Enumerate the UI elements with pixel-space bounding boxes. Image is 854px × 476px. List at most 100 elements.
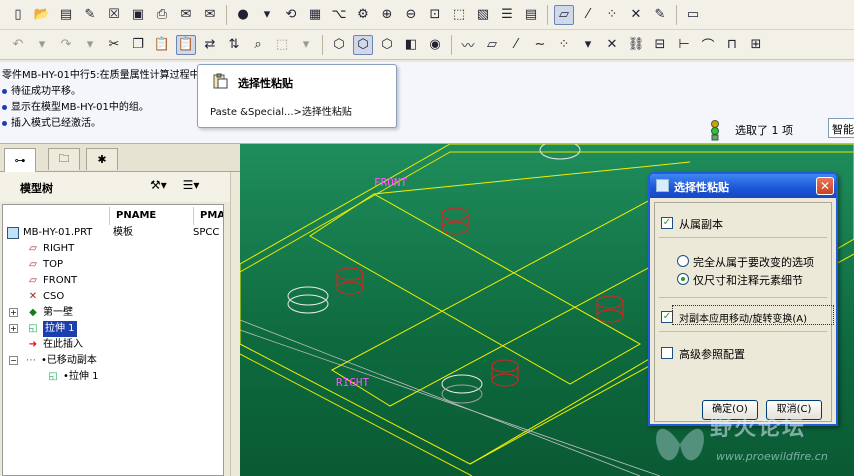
plane-icon[interactable]: ▱ — [482, 35, 502, 55]
zoom-out-icon[interactable]: ⊖ — [401, 5, 421, 25]
csys-toggle-icon[interactable]: ✕ — [626, 5, 646, 25]
tree-row-extrude-copy[interactable]: ◱ •拉伸 1 — [3, 369, 223, 385]
bend-icon[interactable]: ⌒ — [698, 35, 718, 55]
hole-icon — [287, 286, 329, 306]
cut-icon[interactable]: ✂ — [104, 35, 124, 55]
chevron-down-icon[interactable]: ▾ — [296, 35, 316, 55]
print-icon[interactable]: ⎙ — [152, 5, 172, 25]
collapse-icon[interactable]: − — [9, 356, 18, 365]
regenerate-icon[interactable]: ⟲ — [281, 5, 301, 25]
tree-row-insert-here[interactable]: ➜ 在此插入 — [3, 337, 223, 353]
tree-row-wall[interactable]: + ◆ 第一壁 — [3, 305, 223, 321]
email-attach-icon[interactable]: ✉ — [200, 5, 220, 25]
datum-plane-toggle-icon[interactable]: ▱ — [554, 4, 574, 25]
paste-special-icon[interactable]: 📋 — [176, 34, 196, 55]
tree-row-right[interactable]: ▱ RIGHT — [3, 241, 223, 257]
dialog-titlebar[interactable]: 选择性粘贴 ✕ — [650, 174, 836, 198]
expand-icon[interactable]: + — [9, 308, 18, 317]
focus-indicator — [672, 305, 834, 325]
dims-only-radio[interactable] — [677, 273, 689, 285]
no-hidden-icon[interactable]: ⬡ — [377, 35, 397, 55]
model-tree-tab[interactable]: ⊶ — [4, 148, 36, 172]
chevron-down-icon[interactable]: ▾ — [257, 5, 277, 25]
filter-select[interactable]: 智能 — [828, 118, 854, 138]
orient-icon[interactable]: ⬚ — [449, 5, 469, 25]
zoom-in-icon[interactable]: ⊕ — [377, 5, 397, 25]
tree-row-csys[interactable]: ✕ CSO — [3, 289, 223, 305]
edit-icon[interactable]: ✎ — [80, 5, 100, 25]
measure-icon[interactable]: ⊢ — [674, 35, 694, 55]
csys-icon: ✕ — [28, 291, 38, 302]
column-header-pma[interactable]: PMA. — [193, 207, 223, 225]
message-line: 待征成功平移。 — [2, 82, 81, 97]
favorites-tab[interactable]: ✱ — [86, 148, 118, 170]
paste-special-tooltip: 选择性粘贴 Paste &Special...>选择性粘贴 — [197, 64, 397, 128]
new-icon[interactable]: ▯ — [8, 5, 28, 25]
save-icon[interactable]: ▣ — [128, 5, 148, 25]
tree-row-moved-copy[interactable]: − ⋯ •已移动副本 — [3, 353, 223, 369]
folder-browser-tab[interactable]: 🗀 — [48, 148, 80, 170]
annotation-toggle-icon[interactable]: ✎ — [650, 5, 670, 25]
copy-icon[interactable]: ❐ — [128, 35, 148, 55]
dialog-title: 选择性粘贴 — [674, 181, 729, 194]
layers-icon[interactable]: ☰ — [497, 5, 517, 25]
fully-dependent-radio[interactable] — [677, 255, 689, 267]
wireframe-icon[interactable]: ⬡ — [329, 35, 349, 55]
repaint-icon[interactable]: ⚙ — [353, 5, 373, 25]
advanced-ref-checkbox[interactable] — [661, 347, 673, 359]
datum-point-toggle-icon[interactable]: ⁘ — [602, 5, 622, 25]
undo-icon[interactable]: ↶ — [8, 35, 28, 55]
chevron-down-icon[interactable]: ▾ — [32, 35, 52, 55]
find-icon[interactable]: ⌕ — [248, 35, 268, 55]
refit-icon[interactable]: ⊡ — [425, 5, 445, 25]
info-icon[interactable]: ▭ — [683, 5, 703, 25]
toolbar-separator — [451, 34, 452, 55]
redo-icon[interactable]: ↷ — [56, 35, 76, 55]
datum-axis-toggle-icon[interactable]: ⁄ — [578, 5, 598, 25]
settings-icon[interactable]: ⚒▾ — [150, 178, 167, 192]
show-icon[interactable]: ☰▾ — [183, 178, 200, 192]
bullet-icon — [2, 104, 7, 110]
shading-icon[interactable]: ◧ — [401, 35, 421, 55]
unbend-icon[interactable]: ⊓ — [722, 35, 742, 55]
tree-row-extrude[interactable]: + ◱ 拉伸 1 — [3, 321, 223, 337]
close-window-icon[interactable]: ☒ — [104, 5, 124, 25]
paste-icon[interactable]: 📋 — [152, 35, 172, 55]
regenerate-icon[interactable]: ⇄ — [200, 35, 220, 55]
column-header-pname[interactable]: PNAME — [109, 207, 193, 225]
open-folder-icon[interactable]: ▤ — [56, 5, 76, 25]
close-icon[interactable]: ✕ — [816, 177, 834, 195]
datum-plane-icon: ▱ — [29, 243, 37, 254]
model-tree-display-icon[interactable]: ◉ — [425, 35, 445, 55]
point-icon[interactable]: ⁘ — [554, 35, 574, 55]
axis-icon[interactable]: ⁄ — [506, 35, 526, 55]
tree-row-front[interactable]: ▱ FRONT — [3, 273, 223, 289]
panel-sash[interactable] — [230, 172, 240, 476]
tree-row-part[interactable]: MB-HY-01.PRT 模板 SPCC — [3, 225, 223, 241]
regenerate-manager-icon[interactable]: ⇅ — [224, 35, 244, 55]
connect-icon[interactable]: ⌥ — [329, 5, 349, 25]
analysis-icon[interactable]: ⛓ — [626, 35, 646, 55]
select-box-icon[interactable]: ⬚ — [272, 35, 292, 55]
expand-icon[interactable]: + — [9, 324, 18, 333]
saved-views-icon[interactable]: ▧ — [473, 5, 493, 25]
view-manager-icon[interactable]: ▤ — [521, 5, 541, 25]
form-icon[interactable]: ⊞ — [746, 35, 766, 55]
chevron-down-icon[interactable]: ▾ — [80, 35, 100, 55]
wall-icon: ◆ — [29, 307, 37, 318]
csys-icon[interactable]: ✕ — [602, 35, 622, 55]
chevron-down-icon[interactable]: ▾ — [578, 35, 598, 55]
curve-icon[interactable]: ∼ — [530, 35, 550, 55]
relations-icon[interactable]: ▦ — [305, 5, 325, 25]
open-icon[interactable]: 📂 — [32, 5, 52, 25]
hidden-line-icon[interactable]: ⬡ — [353, 34, 373, 55]
sketch-icon[interactable]: 〰 — [458, 35, 478, 55]
datum-plane-icon: ▱ — [29, 275, 37, 286]
hole-icon — [441, 374, 483, 394]
flat-icon[interactable]: ⊟ — [650, 35, 670, 55]
email-icon[interactable]: ✉ — [176, 5, 196, 25]
secondary-toolbar: ↶ ▾ ↷ ▾ ✂ ❐ 📋 📋 ⇄ ⇅ ⌕ ⬚ ▾ ⬡ ⬡ ⬡ ◧ ◉ 〰 ▱ … — [0, 30, 854, 60]
shading-sphere-icon[interactable]: ● — [233, 5, 253, 25]
dependent-copy-checkbox[interactable]: ✓ — [661, 217, 673, 229]
tree-row-top[interactable]: ▱ TOP — [3, 257, 223, 273]
